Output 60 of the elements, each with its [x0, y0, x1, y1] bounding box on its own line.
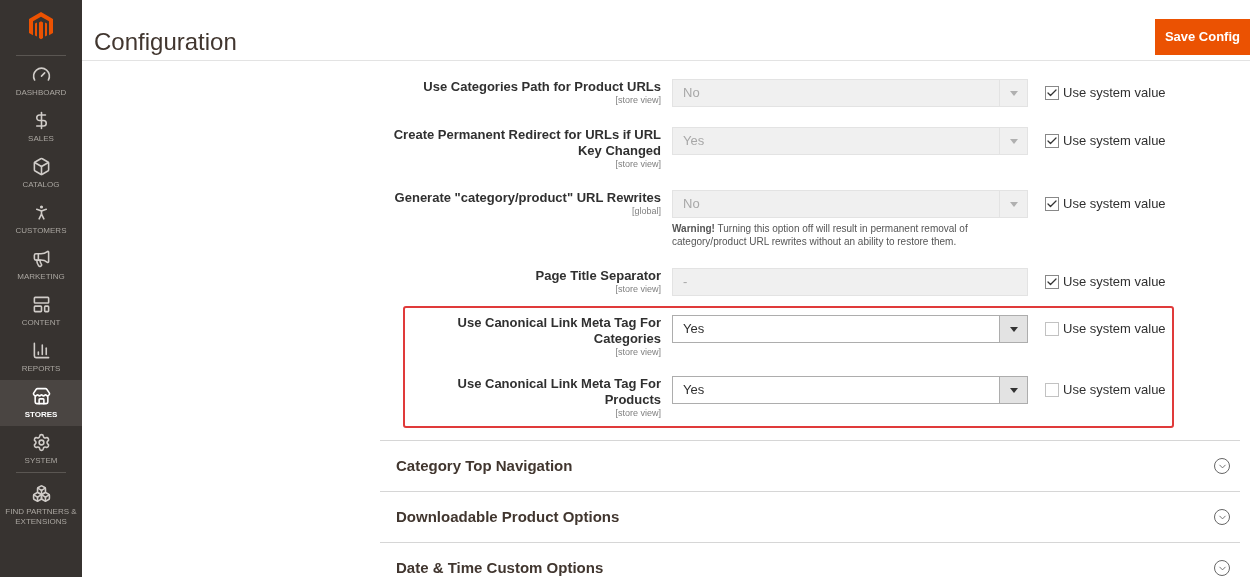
nav-item[interactable]: REPORTS: [0, 334, 82, 380]
nav-item[interactable]: FIND PARTNERS & EXTENSIONS: [0, 477, 82, 533]
checkbox[interactable]: [1045, 134, 1059, 148]
section-header[interactable]: Date & Time Custom Options: [380, 542, 1240, 577]
caret-icon: [1009, 90, 1018, 96]
field-label: Use Categories Path for Product URLs: [423, 79, 661, 95]
scope-label: [store view]: [615, 159, 661, 170]
gear-icon: [31, 433, 51, 452]
field-label: Create Permanent Redirect for URLs if URL Key Changed: [392, 127, 661, 159]
checkbox-label: Use system value: [1063, 273, 1166, 292]
blocks-icon: [31, 484, 51, 503]
nav-item[interactable]: CONTENT: [0, 288, 82, 334]
checkbox-label: Use system value: [1063, 381, 1166, 400]
nav-item[interactable]: STORES: [0, 380, 82, 426]
section-header[interactable]: Downloadable Product Options: [380, 491, 1240, 542]
logo-icon: [29, 12, 53, 40]
scope-label: [store view]: [615, 284, 661, 295]
warning-text: Warning! Turning this option off will result in permanent removal of category/product URL rewrites without an ability to restore them.: [672, 222, 969, 248]
checkbox[interactable]: [1045, 86, 1059, 100]
scope-label: [store view]: [615, 408, 661, 419]
check-icon: [1046, 135, 1058, 147]
nav-item[interactable]: CATALOG: [0, 150, 82, 196]
box-icon: [31, 157, 51, 176]
check-icon: [1046, 198, 1058, 210]
select-field[interactable]: Yes: [672, 376, 1028, 404]
select-field[interactable]: Yes: [672, 315, 1028, 343]
field-label: Use Canonical Link Meta Tag For Products: [456, 376, 661, 408]
checkbox-label: Use system value: [1063, 195, 1166, 214]
checkbox[interactable]: [1045, 275, 1059, 289]
field-label: Page Title Separator: [535, 268, 661, 284]
check-icon: [1046, 276, 1058, 288]
caret-icon: [1009, 387, 1018, 393]
scope-label: [store view]: [615, 347, 661, 358]
gauge-icon: [31, 65, 51, 84]
checkbox-label: Use system value: [1063, 84, 1166, 103]
check-icon: [1046, 87, 1058, 99]
checkbox-label: Use system value: [1063, 132, 1166, 151]
nav-item[interactable]: CUSTOMERS: [0, 196, 82, 242]
checkbox[interactable]: [1045, 197, 1059, 211]
bar-chart-icon: [31, 341, 51, 360]
nav-item[interactable]: MARKETING: [0, 242, 82, 288]
checkbox-label: Use system value: [1063, 320, 1166, 339]
caret-icon: [1009, 138, 1018, 144]
field-label: Use Canonical Link Meta Tag For Categories: [456, 315, 661, 347]
checkbox[interactable]: [1045, 383, 1059, 397]
section-header[interactable]: Category Top Navigation: [380, 440, 1240, 491]
nav-item[interactable]: DASHBOARD: [0, 58, 82, 104]
megaphone-icon: [31, 249, 51, 268]
checkbox[interactable]: [1045, 322, 1059, 336]
store-icon: [31, 387, 51, 406]
caret-icon: [1009, 326, 1018, 332]
layout-icon: [31, 295, 51, 314]
page-title: Configuration: [94, 27, 237, 57]
scope-label: [global]: [631, 206, 661, 217]
nav-item[interactable]: SALES: [0, 104, 82, 150]
save-config-button[interactable]: Save Config: [1154, 19, 1250, 55]
nav-item[interactable]: SYSTEM: [0, 426, 82, 472]
field-label: Generate "category/product" URL Rewrites: [394, 190, 661, 206]
caret-icon: [1009, 201, 1018, 207]
scope-label: [store view]: [615, 95, 661, 106]
